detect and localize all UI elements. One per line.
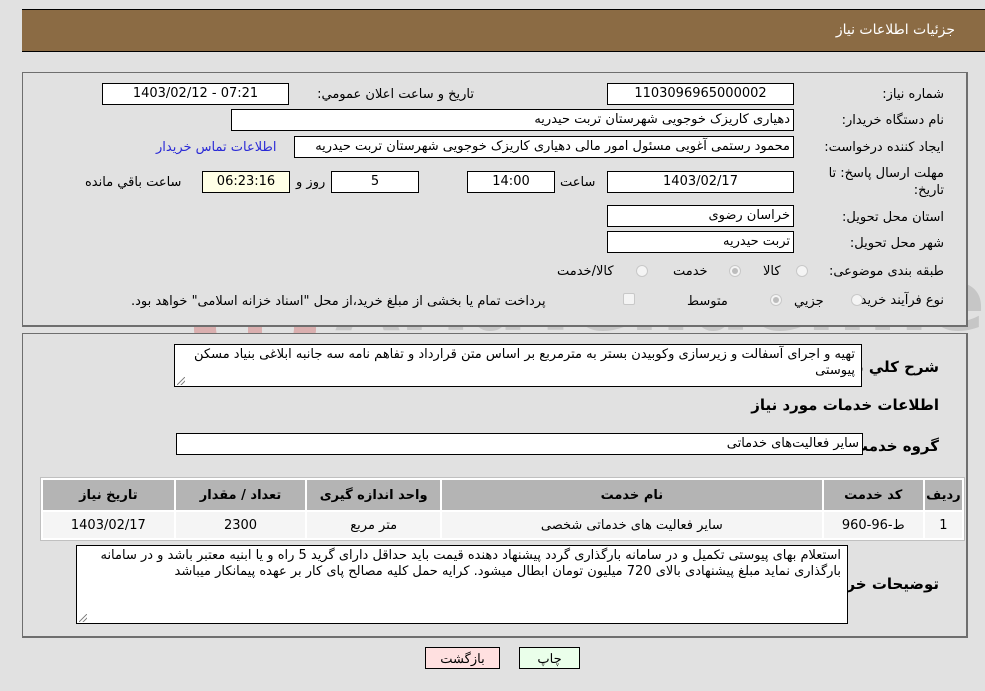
- category-radio-goods-service[interactable]: [636, 265, 648, 277]
- col-unit: واحد اندازه گیری: [307, 480, 441, 510]
- days-field: 5: [331, 171, 419, 193]
- resize-grip-icon[interactable]: [177, 377, 185, 385]
- cell-need-date: 1403/02/17: [43, 512, 174, 538]
- treasury-checkbox-label: پرداخت تمام یا بخشی از مبلغ خرید،از محل …: [131, 294, 546, 309]
- buyer-notes-text: استعلام بهای پیوستی تکمیل و در سامانه با…: [100, 548, 841, 579]
- back-button[interactable]: بازگشت: [425, 647, 500, 669]
- remaining-label: ساعت باقي مانده: [85, 175, 182, 190]
- deadline-time-label: ساعت: [560, 175, 596, 190]
- cell-unit: متر مربع: [307, 512, 441, 538]
- table-row: 1 ط-96-960 سایر فعالیت های خدماتی شخصی م…: [43, 512, 962, 538]
- creator-label: ایجاد کننده درخواست:: [824, 140, 944, 155]
- print-button[interactable]: چاپ: [519, 647, 580, 669]
- cell-row-number: 1: [924, 512, 962, 538]
- needs-panel: شرح کلي نياز: تهیه و اجرای آسفالت و زیرس…: [22, 333, 968, 638]
- treasury-checkbox[interactable]: [623, 293, 635, 305]
- details-panel: شماره نیاز: 1103096965000002 تاریخ و ساع…: [22, 72, 968, 327]
- cell-quantity: 2300: [175, 512, 306, 538]
- deadline-time-field: 14:00: [467, 171, 555, 193]
- summary-textarea[interactable]: تهیه و اجرای آسفالت و زیرسازی وکوبیدن بس…: [174, 344, 862, 387]
- process-radio-medium[interactable]: [770, 294, 782, 306]
- col-need-date: تاریخ نیاز: [43, 480, 174, 510]
- buyer-notes-textarea[interactable]: استعلام بهای پیوستی تکمیل و در سامانه با…: [76, 545, 848, 624]
- resize-grip-icon[interactable]: [79, 614, 87, 622]
- cell-service-name: سایر فعالیت های خدماتی شخصی: [442, 512, 822, 538]
- category-radio-goods[interactable]: [796, 265, 808, 277]
- col-service-code: کد خدمت: [823, 480, 923, 510]
- city-field: تربت حیدریه: [607, 231, 794, 253]
- table-header-row: ردیف کد خدمت نام خدمت واحد اندازه گیری ت…: [43, 480, 962, 510]
- page-title: جزئیات اطلاعات نیاز: [835, 22, 955, 38]
- buyer-org-field: دهیاری کاریزک خوجویی شهرستان تربت حیدریه: [231, 109, 794, 131]
- announce-field: 1403/02/12 - 07:21: [102, 83, 289, 105]
- buyer-org-label: نام دستگاه خریدار:: [841, 113, 944, 128]
- cell-service-code: ط-96-960: [823, 512, 923, 538]
- process-minor-label: جزيي: [794, 294, 824, 309]
- announce-label: تاریخ و ساعت اعلان عمومي:: [317, 87, 474, 102]
- process-label: نوع فرآیند خرید :: [852, 293, 944, 308]
- col-service-name: نام خدمت: [442, 480, 822, 510]
- days-label: روز و: [296, 175, 326, 190]
- col-row-number: ردیف: [924, 480, 962, 510]
- category-label: طبقه بندی موضوعی:: [828, 264, 944, 279]
- services-heading: اطلاعات خدمات مورد نياز: [751, 396, 939, 414]
- service-group-field: سایر فعالیت‌های خدماتی: [176, 433, 863, 455]
- process-medium-label: متوسط: [687, 294, 728, 309]
- services-table: ردیف کد خدمت نام خدمت واحد اندازه گیری ت…: [40, 477, 965, 541]
- buyer-contact-link[interactable]: اطلاعات تماس خریدار: [156, 140, 276, 155]
- page-header: جزئیات اطلاعات نیاز: [22, 9, 985, 52]
- process-radio-minor[interactable]: [851, 294, 863, 306]
- remaining-time-field: 06:23:16: [202, 171, 290, 193]
- creator-field: محمود رستمی آغویی مسئول امور مالی دهیاری…: [294, 136, 794, 158]
- category-radio-service[interactable]: [729, 265, 741, 277]
- need-number-field: 1103096965000002: [607, 83, 794, 105]
- col-quantity: تعداد / مقدار: [175, 480, 306, 510]
- deadline-date-field: 1403/02/17: [607, 171, 794, 193]
- deadline-label: مهلت ارسال پاسخ: تا تاریخ:: [828, 166, 944, 198]
- summary-text: تهیه و اجرای آسفالت و زیرسازی وکوبیدن بس…: [194, 347, 855, 378]
- category-goods-service-label: کالا/خدمت: [557, 264, 614, 279]
- province-label: استان محل تحویل:: [842, 210, 944, 225]
- city-label: شهر محل تحویل:: [849, 236, 944, 251]
- category-service-label: خدمت: [673, 264, 708, 279]
- category-goods-label: کالا: [763, 264, 781, 279]
- need-number-label: شماره نیاز:: [882, 87, 944, 102]
- province-field: خراسان رضوی: [607, 205, 794, 227]
